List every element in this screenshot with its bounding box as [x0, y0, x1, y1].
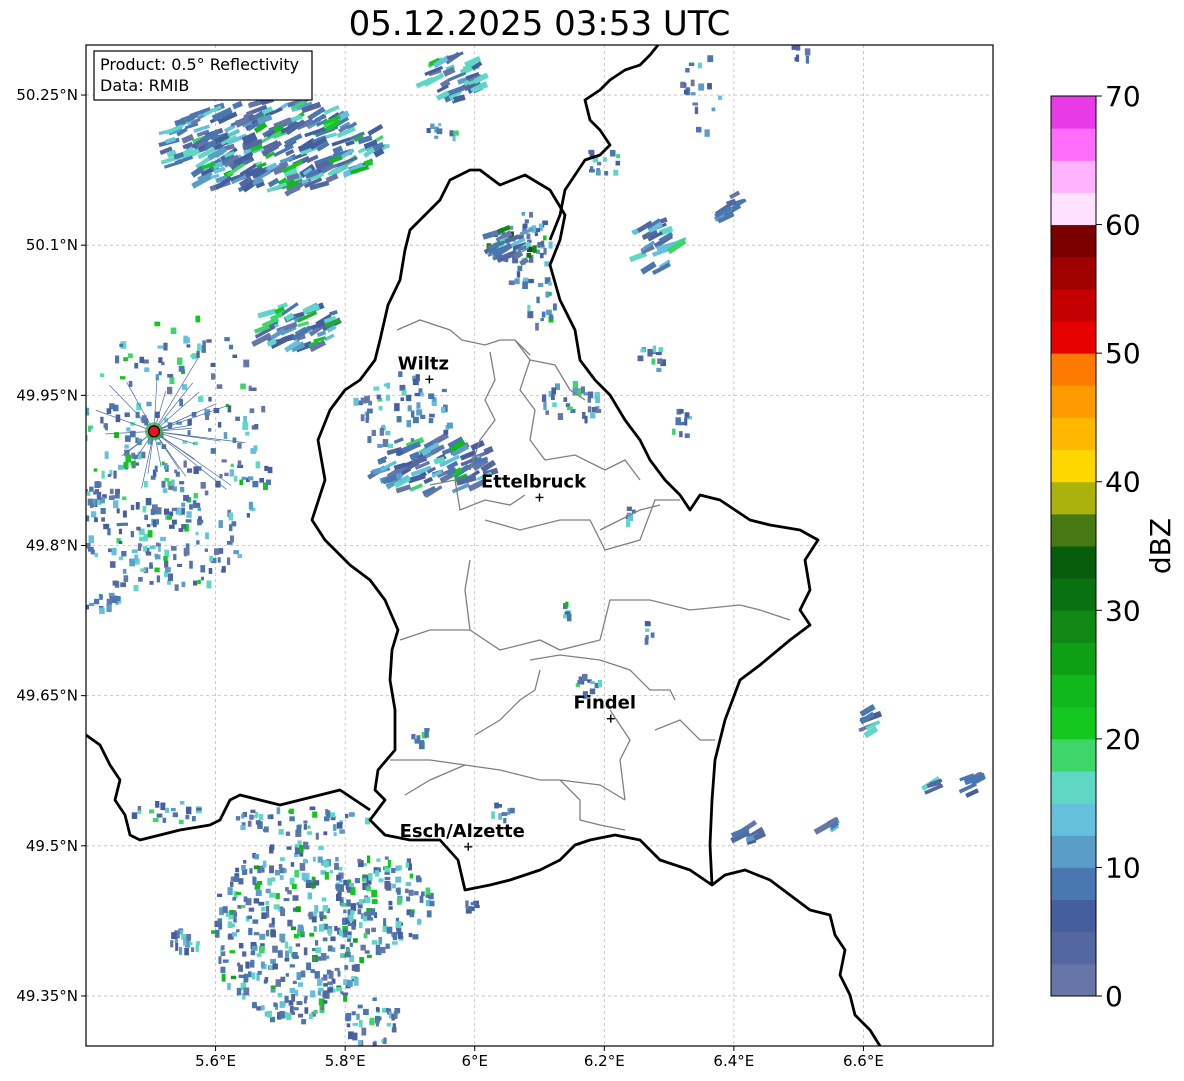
colorbar-segment [1051, 385, 1096, 418]
colorbar-segment [1051, 128, 1096, 161]
map-plot-area[interactable]: Wiltz Ettelbruck Findel Esch/Alzette [80, 44, 993, 1048]
colorbar-segment [1051, 803, 1096, 836]
colorbar-segment [1051, 160, 1096, 193]
colorbar-segment [1051, 513, 1096, 547]
colorbar-segment [1051, 642, 1096, 676]
lat-tick-label: 49.8°N [26, 537, 78, 555]
colorbar-segment [1051, 706, 1096, 740]
info-data-source: Data: RMIB [100, 76, 189, 95]
colorbar-segment [1051, 353, 1096, 386]
colorbar-segment [1051, 321, 1096, 354]
lon-tick-label: 6°E [461, 1052, 488, 1070]
radar-site-dot[interactable] [147, 425, 161, 438]
colorbar-segment [1051, 963, 1096, 997]
colorbar: 0 10 20 30 40 50 60 70 dBZ [1050, 80, 1177, 1013]
city-label: Findel [573, 693, 636, 714]
lat-tick-label: 49.65°N [16, 687, 78, 705]
colorbar-segment [1051, 610, 1096, 643]
colorbar-segment [1051, 481, 1096, 515]
colorbar-segment [1051, 288, 1096, 322]
colorbar-tick-label: 70 [1105, 80, 1141, 113]
lon-tick-label: 5.6°E [195, 1052, 236, 1070]
lon-tick-label: 6.4°E [713, 1052, 754, 1070]
colorbar-segment [1051, 578, 1096, 611]
city-label: Wiltz [398, 353, 449, 374]
colorbar-segment [1051, 96, 1096, 129]
lat-tick-label: 50.1°N [26, 236, 78, 254]
city-label: Ettelbruck [481, 471, 587, 492]
info-box: Product: 0.5° Reflectivity Data: RMIB [93, 50, 313, 101]
colorbar-tick-label: 20 [1105, 723, 1141, 756]
lon-tick-label: 6.6°E [843, 1052, 884, 1070]
lat-tick-label: 49.35°N [16, 987, 78, 1005]
colorbar-segment [1051, 224, 1096, 258]
lat-tick-label: 49.5°N [26, 837, 78, 855]
lon-tick-label: 5.8°E [325, 1052, 366, 1070]
lat-tick-label: 49.95°N [16, 386, 78, 404]
colorbar-tick-label: 50 [1105, 337, 1141, 370]
colorbar-tick-label: 0 [1105, 980, 1123, 1013]
lon-tick-label: 6.2°E [584, 1052, 625, 1070]
radar-map-figure: Wiltz Ettelbruck Findel Esch/Alzette 5.6°E 5… [16, 44, 1177, 1070]
colorbar-segment [1051, 674, 1096, 708]
colorbar-label: dBZ [1144, 518, 1177, 574]
colorbar-segment [1051, 417, 1096, 451]
colorbar-tick-label: 40 [1105, 466, 1141, 499]
info-product: Product: 0.5° Reflectivity [100, 55, 299, 74]
colorbar-segment [1051, 835, 1096, 868]
colorbar-tick-label: 30 [1105, 594, 1141, 627]
colorbar-segment [1051, 192, 1096, 226]
colorbar-segment [1051, 738, 1096, 772]
colorbar-segment [1051, 867, 1096, 901]
colorbar-segment [1051, 931, 1096, 965]
colorbar-segment [1051, 449, 1096, 483]
colorbar-tick-label: 60 [1105, 209, 1141, 242]
colorbar-segment [1051, 899, 1096, 933]
colorbar-tick-label: 10 [1105, 851, 1141, 884]
city-label: Esch/Alzette [400, 821, 525, 842]
lat-tick-label: 50.25°N [16, 86, 78, 104]
colorbar-segment [1051, 256, 1096, 290]
colorbar-segment [1051, 771, 1096, 804]
colorbar-segment [1051, 546, 1096, 579]
